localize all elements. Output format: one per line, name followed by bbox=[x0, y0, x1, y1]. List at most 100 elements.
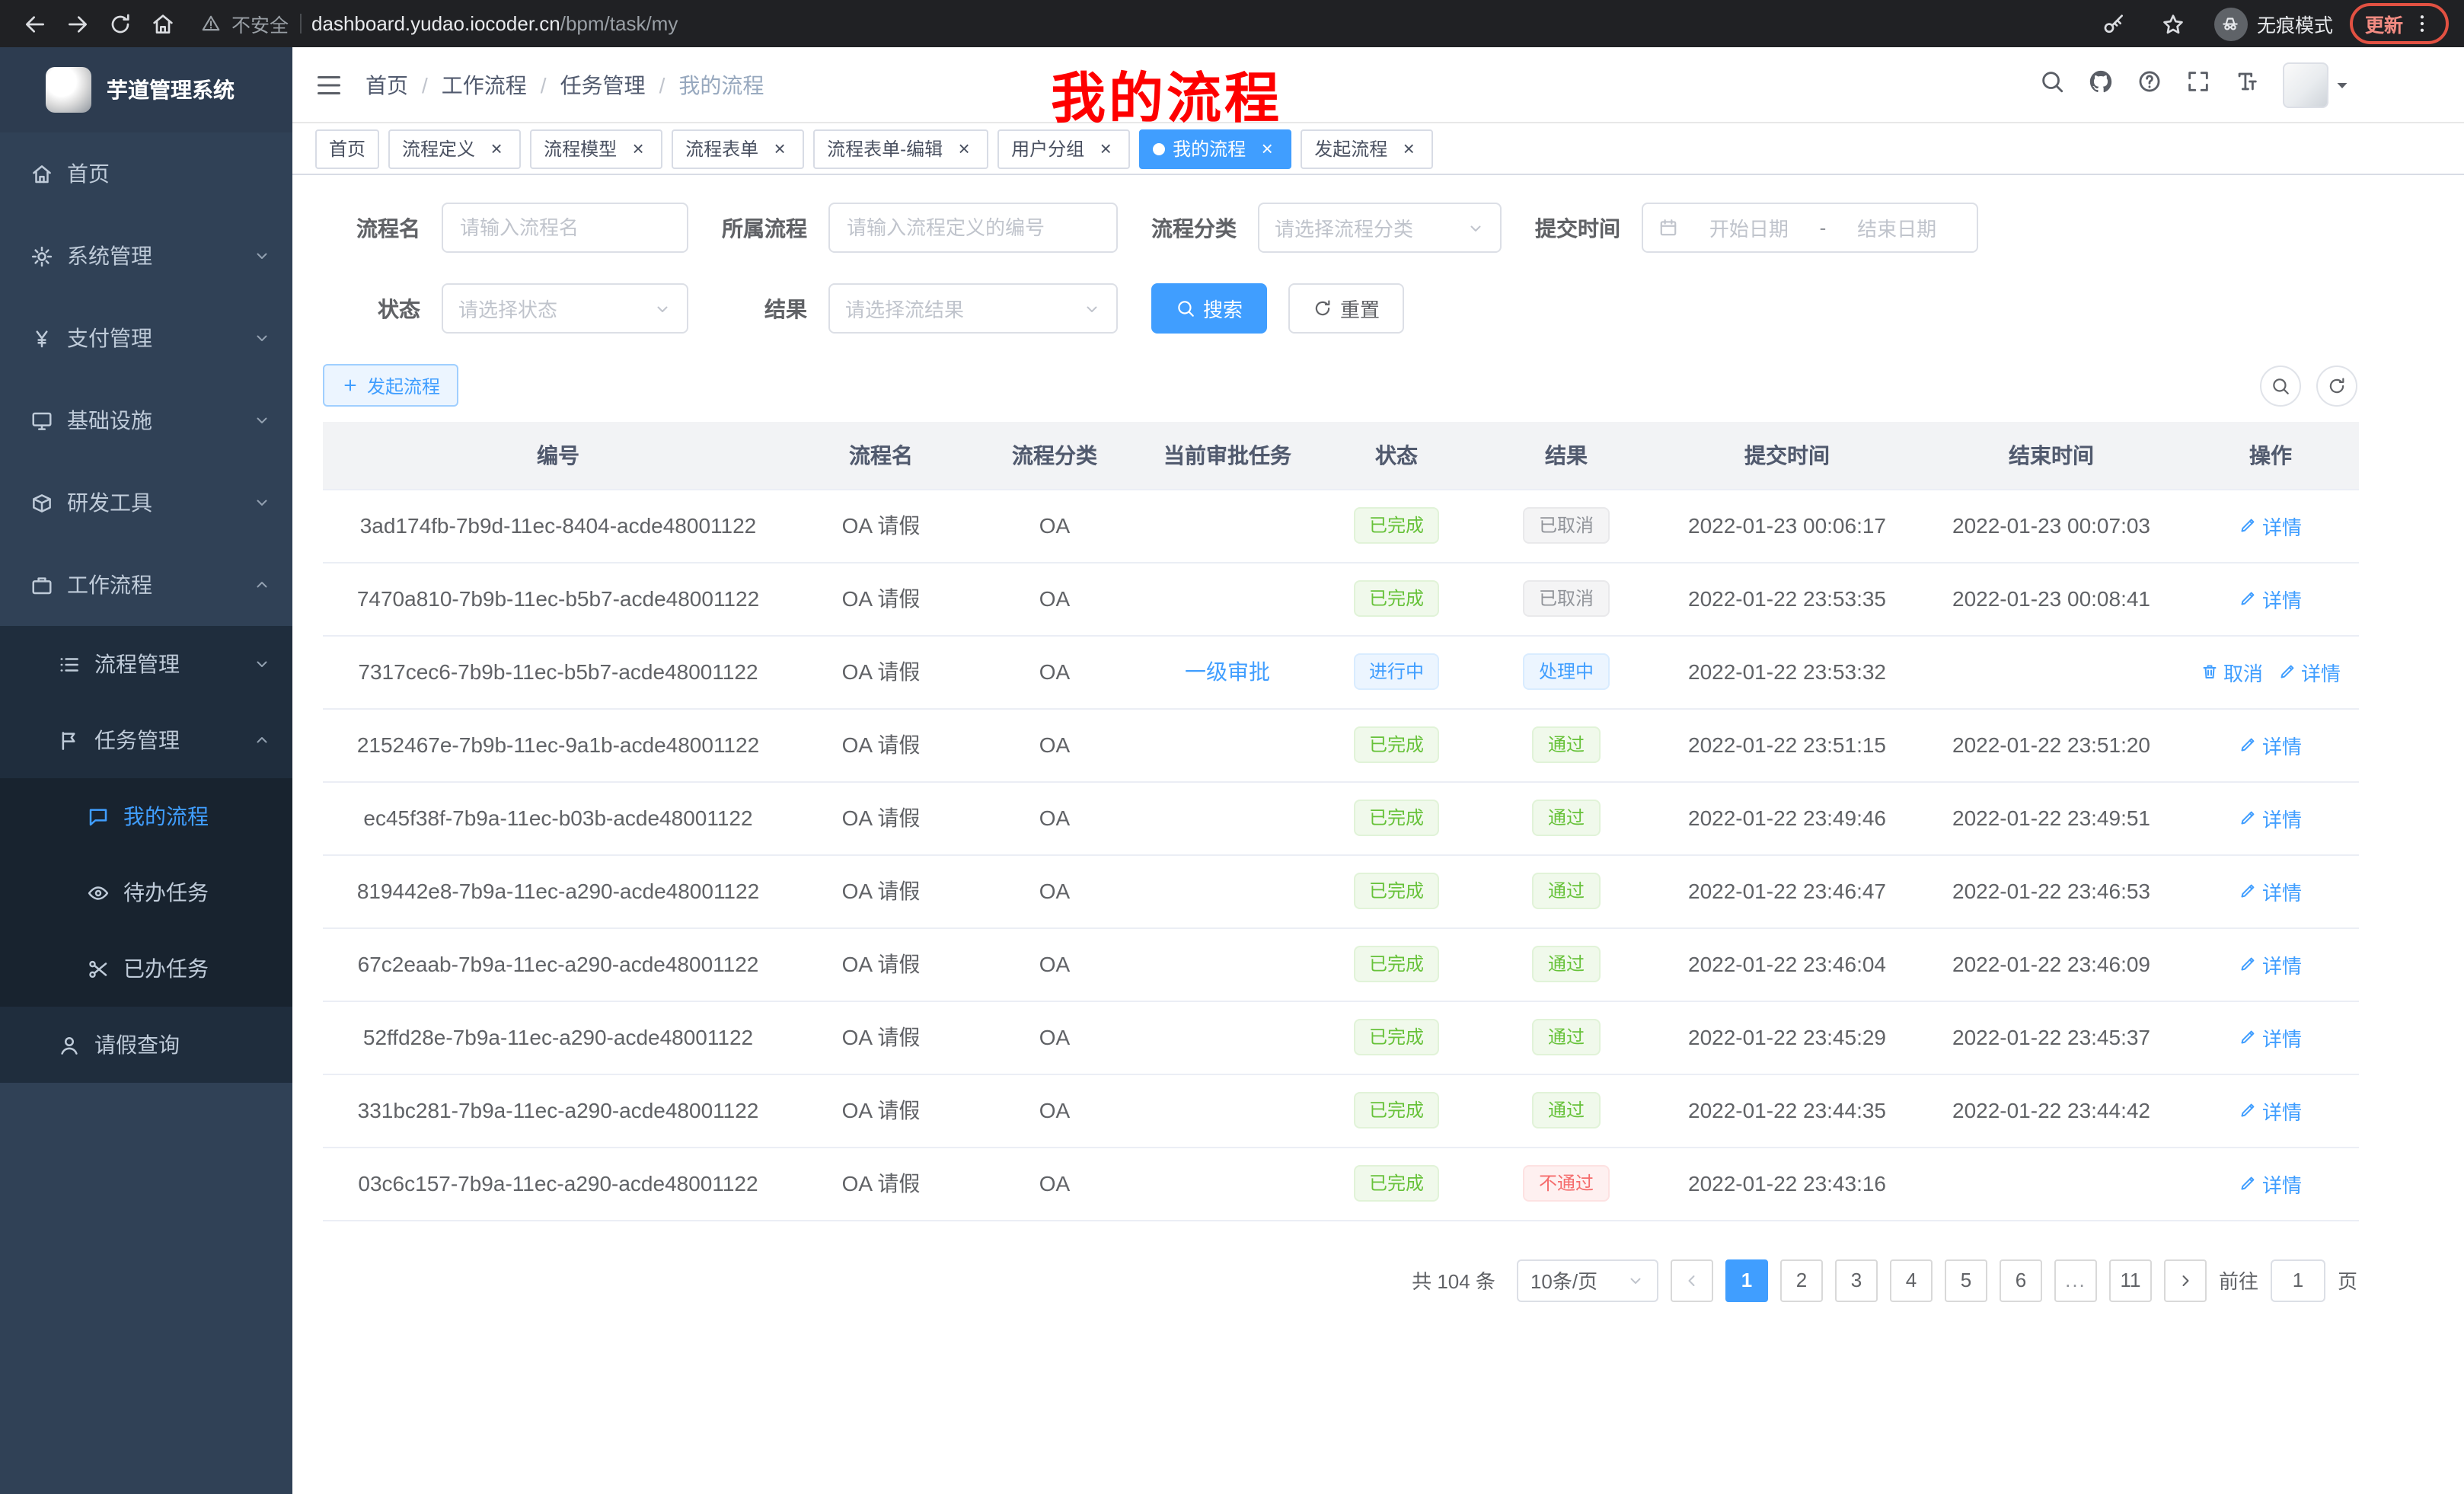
next-page-button[interactable] bbox=[2164, 1259, 2207, 1301]
cell-category: OA bbox=[969, 489, 1141, 562]
tab-close-icon[interactable]: × bbox=[1256, 138, 1278, 159]
refresh-icon bbox=[2327, 375, 2347, 395]
view-tab-process-definition[interactable]: 流程定义× bbox=[388, 129, 521, 168]
detail-link[interactable]: 详情 bbox=[2239, 730, 2302, 759]
sidebar-item-process-management[interactable]: 流程管理 bbox=[0, 626, 292, 702]
font-size-button[interactable] bbox=[2234, 68, 2260, 101]
tab-label: 流程表单-编辑 bbox=[827, 136, 943, 161]
pager-page-4[interactable]: 4 bbox=[1890, 1259, 1933, 1301]
view-tab-home[interactable]: 首页 bbox=[315, 129, 379, 168]
table-row: 03c6c157-7b9a-11ec-a290-acde48001122OA 请… bbox=[323, 1147, 2359, 1220]
pager-page-6[interactable]: 6 bbox=[2000, 1259, 2042, 1301]
app-title: 芋道管理系统 bbox=[107, 75, 235, 105]
detail-link[interactable]: 详情 bbox=[2239, 1023, 2302, 1052]
pager-page-2[interactable]: 2 bbox=[1780, 1259, 1823, 1301]
detail-link[interactable]: 详情 bbox=[2239, 876, 2302, 905]
passwords-key-button[interactable] bbox=[2095, 5, 2134, 43]
tab-close-icon[interactable]: × bbox=[953, 138, 975, 159]
cell-category: OA bbox=[969, 708, 1141, 781]
sidebar-item-workflow[interactable]: 工作流程 bbox=[0, 544, 292, 626]
view-tab-my-process[interactable]: 我的流程× bbox=[1139, 129, 1291, 168]
question-icon bbox=[2137, 68, 2162, 94]
view-tab-start-process[interactable]: 发起流程× bbox=[1301, 129, 1433, 168]
breadcrumb-item-1[interactable]: 工作流程 bbox=[442, 69, 527, 100]
pager-page-5[interactable]: 5 bbox=[1945, 1259, 1987, 1301]
app-logo[interactable]: 芋道管理系统 bbox=[0, 47, 292, 132]
breadcrumb-item-0[interactable]: 首页 bbox=[365, 69, 408, 100]
view-tab-user-group[interactable]: 用户分组× bbox=[997, 129, 1130, 168]
pager-page-1[interactable]: 1 bbox=[1725, 1259, 1768, 1301]
cancel-link[interactable]: 取消 bbox=[2201, 657, 2263, 686]
tab-close-icon[interactable]: × bbox=[486, 138, 507, 159]
toggle-search-button[interactable] bbox=[2260, 365, 2301, 406]
view-tab-process-model[interactable]: 流程模型× bbox=[530, 129, 662, 168]
sidebar-item-infrastructure[interactable]: 基础设施 bbox=[0, 379, 292, 461]
sidebar-item-home[interactable]: 首页 bbox=[0, 132, 292, 215]
pager-page-11[interactable]: 11 bbox=[2109, 1259, 2152, 1301]
browser-forward-button[interactable] bbox=[58, 5, 96, 43]
browser-reload-button[interactable] bbox=[101, 5, 139, 43]
tab-close-icon[interactable]: × bbox=[769, 138, 790, 159]
sidebar-item-my-process[interactable]: 我的流程 bbox=[0, 778, 292, 854]
browser-back-button[interactable] bbox=[15, 5, 53, 43]
sidebar-item-done-tasks[interactable]: 已办任务 bbox=[0, 931, 292, 1007]
submit-time-range-picker[interactable]: 开始日期 - 结束日期 bbox=[1642, 203, 1978, 253]
cell-result: 不通过 bbox=[1479, 1147, 1654, 1220]
update-button[interactable]: 更新 bbox=[2350, 3, 2449, 44]
sidebar-item-task-management[interactable]: 任务管理 bbox=[0, 702, 292, 778]
chevron-right-icon bbox=[2176, 1271, 2194, 1289]
bookmark-star-button[interactable] bbox=[2155, 5, 2193, 43]
tab-close-icon[interactable]: × bbox=[1398, 138, 1419, 159]
tab-close-icon[interactable]: × bbox=[1095, 138, 1116, 159]
create-process-button[interactable]: 发起流程 bbox=[323, 364, 458, 407]
sidebar-item-system[interactable]: 系统管理 bbox=[0, 215, 292, 297]
process-definition-input[interactable] bbox=[828, 203, 1118, 253]
search-button[interactable]: 搜索 bbox=[1151, 283, 1267, 334]
sidebar-item-dev-tools[interactable]: 研发工具 bbox=[0, 461, 292, 544]
table-row: 819442e8-7b9a-11ec-a290-acde48001122OA 请… bbox=[323, 854, 2359, 927]
goto-page-input[interactable] bbox=[2271, 1259, 2325, 1301]
pager-page-3[interactable]: 3 bbox=[1835, 1259, 1878, 1301]
category-select[interactable]: 请选择流程分类 bbox=[1258, 203, 1502, 253]
detail-link[interactable]: 详情 bbox=[2239, 1169, 2302, 1198]
breadcrumb-item-2[interactable]: 任务管理 bbox=[560, 69, 646, 100]
table-row: 7470a810-7b9b-11ec-b5b7-acde48001122OA 请… bbox=[323, 562, 2359, 635]
reset-button[interactable]: 重置 bbox=[1288, 283, 1404, 334]
cell-result: 通过 bbox=[1479, 1001, 1654, 1074]
refresh-table-button[interactable] bbox=[2316, 365, 2357, 406]
result-select[interactable]: 请选择流结果 bbox=[828, 283, 1118, 334]
detail-link[interactable]: 详情 bbox=[2278, 657, 2341, 686]
detail-link[interactable]: 详情 bbox=[2239, 803, 2302, 832]
detail-link[interactable]: 详情 bbox=[2239, 950, 2302, 978]
user-menu[interactable] bbox=[2283, 62, 2351, 107]
browser-home-button[interactable] bbox=[143, 5, 181, 43]
process-name-input[interactable] bbox=[442, 203, 688, 253]
fullscreen-button[interactable] bbox=[2185, 68, 2211, 101]
sidebar-item-leave-query[interactable]: 请假查询 bbox=[0, 1007, 292, 1083]
page-size-select[interactable]: 10条/页 bbox=[1517, 1259, 1658, 1301]
sidebar-collapse-button[interactable] bbox=[292, 46, 365, 123]
sidebar-item-todo-tasks[interactable]: 待办任务 bbox=[0, 854, 292, 931]
incognito-icon-wrap bbox=[2214, 7, 2248, 40]
address-bar[interactable]: 不安全 dashboard.yudao.iocoder.cn/bpm/task/… bbox=[201, 9, 2080, 38]
sidebar-item-payment[interactable]: 支付管理 bbox=[0, 297, 292, 379]
pager-ellipsis[interactable]: ... bbox=[2054, 1259, 2097, 1301]
tab-close-icon[interactable]: × bbox=[627, 138, 649, 159]
sidebar-item-label: 首页 bbox=[67, 158, 110, 189]
view-tab-process-form-edit[interactable]: 流程表单-编辑 × bbox=[813, 129, 988, 168]
github-button[interactable] bbox=[2088, 68, 2114, 101]
current-task-link[interactable]: 一级审批 bbox=[1185, 659, 1270, 684]
navbar-search-button[interactable] bbox=[2039, 68, 2065, 101]
detail-link[interactable]: 详情 bbox=[2239, 511, 2302, 540]
view-tab-process-form[interactable]: 流程表单× bbox=[672, 129, 804, 168]
cell-current-task bbox=[1141, 1074, 1314, 1147]
detail-link[interactable]: 详情 bbox=[2239, 584, 2302, 613]
prev-page-button[interactable] bbox=[1671, 1259, 1713, 1301]
edit-icon bbox=[2239, 736, 2258, 754]
cell-end-time: 2022-01-22 23:44:42 bbox=[1920, 1074, 2182, 1147]
process-table: 编号流程名流程分类当前审批任务状态结果提交时间结束时间操作 3ad174fb-7… bbox=[323, 422, 2359, 1221]
process-name-label: 流程名 bbox=[323, 212, 420, 243]
detail-link[interactable]: 详情 bbox=[2239, 1096, 2302, 1125]
status-select[interactable]: 请选择状态 bbox=[442, 283, 688, 334]
help-button[interactable] bbox=[2137, 68, 2162, 101]
